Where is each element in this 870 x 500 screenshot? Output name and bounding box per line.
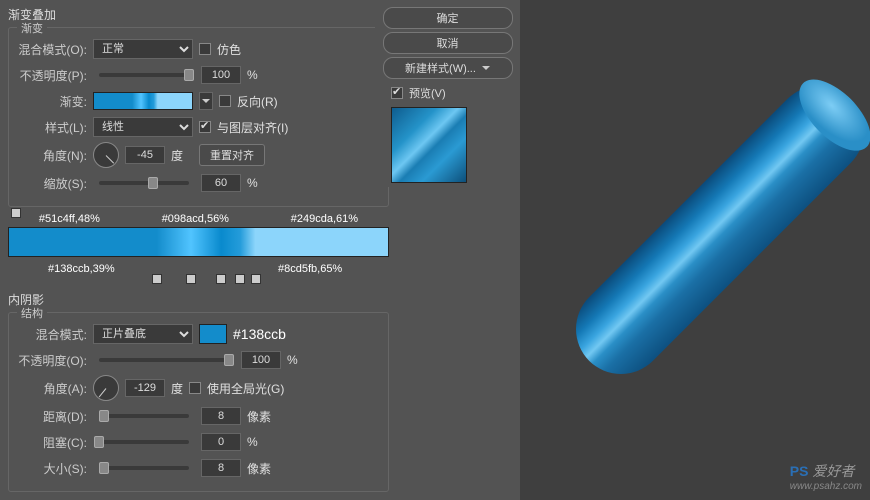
panel-title: 渐变叠加	[8, 6, 389, 23]
gradient-bar[interactable]	[8, 227, 389, 257]
is-choke-slider[interactable]	[99, 440, 189, 444]
is-choke-input[interactable]	[201, 433, 241, 451]
global-light-checkbox[interactable]	[189, 382, 201, 394]
angle-row: 角度(N): 度 重置对齐	[17, 142, 380, 168]
is-choke-unit: %	[247, 435, 258, 449]
reverse-label: 反向(R)	[237, 93, 278, 110]
gradient-preview[interactable]	[93, 92, 193, 110]
style-row: 样式(L): 线性 与图层对齐(I)	[17, 116, 380, 138]
stop-marker-top[interactable]	[11, 208, 21, 218]
is-choke-label: 阻塞(C):	[17, 434, 87, 451]
stop-top-3: #249cda,61%	[291, 213, 358, 225]
canvas-area	[520, 0, 870, 500]
gradient-row: 渐变: 反向(R)	[17, 90, 380, 112]
opacity-unit: %	[247, 68, 258, 82]
is-blend-row: 混合模式: 正片叠底 #138ccb	[17, 323, 380, 345]
preview-checkbox[interactable]	[391, 87, 403, 99]
structure-legend: 结构	[17, 305, 47, 321]
is-opacity-slider[interactable]	[99, 358, 229, 362]
global-light-label: 使用全局光(G)	[207, 380, 284, 397]
style-preview-thumb	[391, 107, 467, 183]
is-angle-input[interactable]	[125, 379, 165, 397]
is-distance-input[interactable]	[201, 407, 241, 425]
is-size-row: 大小(S): 像素	[17, 457, 380, 479]
stop-top-1: #51c4ff,48%	[39, 213, 100, 225]
inner-shadow-title: 内阴影	[8, 291, 389, 308]
is-size-label: 大小(S):	[17, 460, 87, 477]
is-distance-unit: 像素	[247, 408, 271, 425]
angle-label: 角度(N):	[17, 147, 87, 164]
is-size-input[interactable]	[201, 459, 241, 477]
is-opacity-label: 不透明度(O):	[17, 352, 87, 369]
opacity-row: 不透明度(P): %	[17, 64, 380, 86]
scale-unit: %	[247, 176, 258, 190]
is-opacity-unit: %	[287, 353, 298, 367]
opacity-input[interactable]	[201, 66, 241, 84]
angle-unit: 度	[171, 147, 183, 164]
is-color-swatch[interactable]	[199, 324, 227, 344]
stop-bottom-right: #8cd5fb,65%	[278, 263, 342, 275]
is-blend-select[interactable]: 正片叠底	[93, 324, 193, 344]
align-label: 与图层对齐(I)	[217, 119, 288, 136]
gradient-strip: #51c4ff,48% #098acd,56% #249cda,61% #138…	[8, 213, 389, 279]
blend-mode-row: 混合模式(O): 正常 仿色	[17, 38, 380, 60]
is-size-unit: 像素	[247, 460, 271, 477]
reverse-checkbox[interactable]	[219, 95, 231, 107]
gradient-dropdown-icon[interactable]	[199, 92, 213, 110]
dither-checkbox[interactable]	[199, 43, 211, 55]
gradient-label: 渐变:	[17, 93, 87, 110]
is-opacity-input[interactable]	[241, 351, 281, 369]
preview-label: 预览(V)	[409, 85, 446, 101]
is-color-hex: #138ccb	[233, 326, 286, 342]
style-select[interactable]: 线性	[93, 117, 193, 137]
opacity-label: 不透明度(P):	[17, 67, 87, 84]
opacity-slider[interactable]	[99, 73, 189, 77]
is-angle-row: 角度(A): 度 使用全局光(G)	[17, 375, 380, 401]
reset-align-button[interactable]: 重置对齐	[199, 144, 265, 166]
angle-dial[interactable]	[93, 142, 119, 168]
angle-input[interactable]	[125, 146, 165, 164]
scale-row: 缩放(S): %	[17, 172, 380, 194]
scale-slider[interactable]	[99, 181, 189, 185]
blend-mode-label: 混合模式(O):	[17, 41, 87, 58]
rendered-cylinder	[557, 67, 870, 392]
dialog-buttons: 确定 取消 新建样式(W)... 预览(V)	[375, 0, 520, 187]
is-choke-row: 阻塞(C): %	[17, 431, 380, 453]
is-distance-slider[interactable]	[99, 414, 189, 418]
inner-shadow-fieldset: 结构 混合模式: 正片叠底 #138ccb 不透明度(O): % 角度(A): …	[8, 312, 389, 492]
is-distance-row: 距离(D): 像素	[17, 405, 380, 427]
scale-label: 缩放(S):	[17, 175, 87, 192]
stop-bottom-left: #138ccb,39%	[48, 263, 115, 275]
is-angle-unit: 度	[171, 380, 183, 397]
is-angle-label: 角度(A):	[17, 380, 87, 397]
cancel-button[interactable]: 取消	[383, 32, 513, 54]
is-blend-label: 混合模式:	[17, 326, 87, 343]
stop-top-2: #098acd,56%	[162, 213, 229, 225]
watermark: PS 爱好者 www.psahz.com	[790, 461, 862, 492]
gradient-legend: 渐变	[17, 20, 47, 36]
is-opacity-row: 不透明度(O): %	[17, 349, 380, 371]
is-distance-label: 距离(D):	[17, 408, 87, 425]
gradient-fieldset: 渐变 混合模式(O): 正常 仿色 不透明度(P): % 渐变: 反向(R) 样…	[8, 27, 389, 207]
dither-label: 仿色	[217, 41, 241, 58]
align-checkbox[interactable]	[199, 121, 211, 133]
ok-button[interactable]: 确定	[383, 7, 513, 29]
scale-input[interactable]	[201, 174, 241, 192]
new-style-button[interactable]: 新建样式(W)...	[383, 57, 513, 79]
is-size-slider[interactable]	[99, 466, 189, 470]
is-angle-dial[interactable]	[93, 375, 119, 401]
layer-style-panel: 渐变叠加 渐变 混合模式(O): 正常 仿色 不透明度(P): % 渐变: 反向…	[0, 0, 397, 500]
blend-mode-select[interactable]: 正常	[93, 39, 193, 59]
style-label: 样式(L):	[17, 119, 87, 136]
